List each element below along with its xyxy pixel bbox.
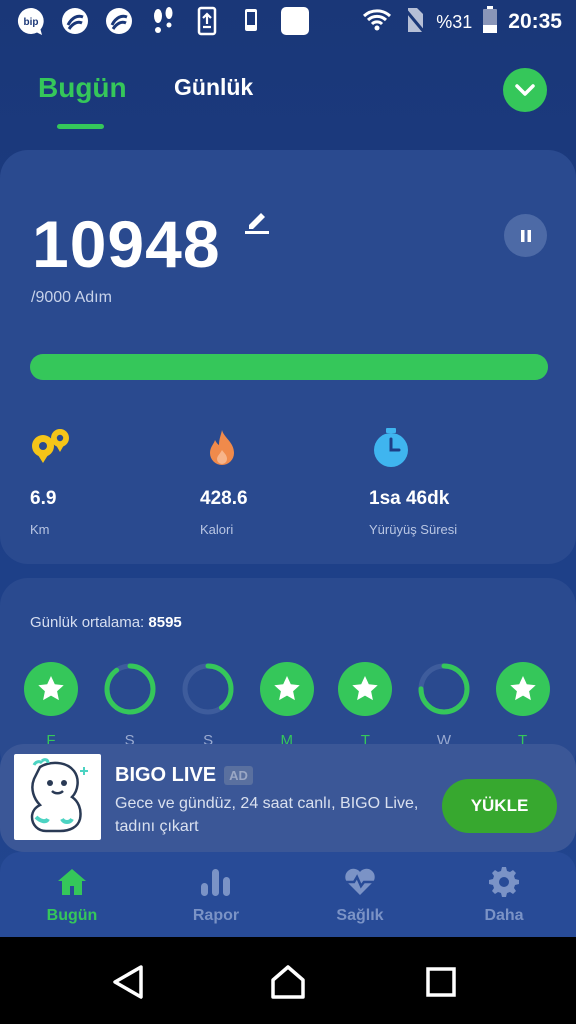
steps-card: 10948 /9000 Adım 6.9 Km 428.6 Kalori 1sa…	[0, 150, 576, 564]
turkcell-icon	[104, 6, 134, 36]
ad-description: Gece ve gündüz, 24 saat canlı, BIGO Live…	[115, 795, 419, 835]
walking-time-value: 1sa 46dk	[369, 488, 450, 509]
week-days: FSSMTWT	[24, 662, 552, 752]
wifi-icon	[362, 8, 392, 37]
day-item[interactable]: T	[338, 662, 393, 749]
system-status: %31 20:35	[362, 5, 562, 39]
bip-icon: bip	[16, 6, 46, 36]
ad-banner[interactable]: BIGO LIVE AD Gece ve gündüz, 24 saat can…	[0, 744, 576, 852]
no-sim-icon	[402, 6, 426, 39]
walking-time-label: Yürüyüş Süresi	[369, 522, 458, 537]
stat-walking-time: 1sa 46dk Yürüyüş Süresi	[369, 426, 457, 537]
tab-today-indicator	[57, 124, 104, 129]
battery-percent: %31	[436, 11, 473, 32]
calories-label: Kalori	[200, 522, 234, 537]
stat-distance: 6.9 Km	[30, 426, 74, 537]
tab-bar-today[interactable]: Bugün	[17, 866, 127, 925]
ad-install-button[interactable]: YÜKLE	[442, 779, 557, 833]
app-screen: bip %31 20:35 Bugün Günlük 10948 /9000 A…	[0, 0, 576, 937]
ad-title: BIGO LIVE	[115, 764, 217, 786]
day-goal-achieved-star-icon	[24, 662, 78, 716]
back-button[interactable]	[108, 962, 148, 1002]
dropdown-button[interactable]	[503, 68, 547, 112]
day-goal-achieved-star-icon	[259, 662, 314, 716]
tab-bar-more-label: Daha	[484, 907, 524, 924]
step-goal: /9000 Adım	[31, 289, 112, 306]
home-button[interactable]	[268, 962, 308, 1002]
calories-value: 428.6	[200, 488, 248, 509]
phone-icon	[236, 6, 266, 36]
edit-icon[interactable]	[243, 207, 271, 240]
day-item[interactable]: M	[259, 662, 314, 749]
tab-bar-health[interactable]: Sağlık	[305, 866, 415, 925]
day-item[interactable]: T	[495, 662, 550, 749]
gear-icon	[449, 866, 559, 898]
home-icon	[17, 866, 127, 898]
daily-average-label: Günlük ortalama:	[30, 614, 145, 631]
distance-label: Km	[30, 522, 50, 537]
day-goal-achieved-star-icon	[495, 662, 550, 716]
daily-average: Günlük ortalama: 8595	[30, 614, 182, 631]
ad-badge: AD	[224, 766, 253, 785]
recents-button[interactable]	[421, 962, 461, 1002]
step-progress-fill	[30, 354, 548, 380]
notification-icons: bip	[16, 6, 310, 36]
footsteps-icon	[148, 6, 178, 36]
tab-daily[interactable]: Günlük	[174, 74, 253, 101]
phone-update-icon	[192, 6, 222, 36]
day-item[interactable]: S	[103, 662, 157, 749]
bigo-live-logo	[14, 754, 101, 840]
heart-pulse-icon	[305, 866, 415, 898]
tab-bar-health-label: Sağlık	[336, 907, 384, 924]
step-count: 10948	[32, 207, 221, 281]
battery-icon	[482, 5, 498, 39]
flame-icon	[200, 426, 244, 470]
svg-text:bip: bip	[24, 17, 39, 28]
home-nav-icon	[271, 965, 305, 999]
pause-icon	[520, 229, 531, 242]
day-item[interactable]: S	[181, 662, 235, 749]
system-navigation-bar	[0, 937, 576, 1024]
blank-square-icon	[280, 6, 310, 36]
stopwatch-icon	[369, 426, 413, 470]
tab-bar-report-label: Rapor	[192, 907, 240, 924]
bottom-tab-bar: Bugün Rapor Sağlık Daha	[0, 852, 576, 937]
pause-button[interactable]	[504, 214, 547, 257]
day-goal-achieved-star-icon	[338, 662, 393, 716]
clock: 20:35	[508, 10, 562, 33]
day-progress-ring	[417, 662, 471, 716]
step-progress-bar	[30, 354, 548, 380]
bar-chart-icon	[161, 866, 271, 898]
tab-bar-more[interactable]: Daha	[449, 866, 559, 925]
tab-bar-today-label: Bugün	[46, 907, 98, 924]
daily-average-value: 8595	[148, 614, 182, 631]
chevron-down-icon	[515, 84, 535, 96]
recents-icon	[426, 967, 456, 997]
day-item[interactable]: W	[417, 662, 471, 749]
back-icon	[113, 965, 143, 999]
status-bar: bip %31 20:35	[0, 0, 576, 46]
location-pins-icon	[30, 426, 74, 470]
day-item[interactable]: F	[24, 662, 78, 749]
tab-bar-report[interactable]: Rapor	[161, 866, 271, 925]
ad-title-row: BIGO LIVE AD	[115, 764, 253, 787]
day-progress-ring	[103, 662, 157, 716]
stat-calories: 428.6 Kalori	[200, 426, 248, 537]
tab-today[interactable]: Bugün	[38, 72, 127, 104]
turkcell-icon	[60, 6, 90, 36]
day-progress-ring	[181, 662, 235, 716]
distance-value: 6.9	[30, 488, 57, 509]
